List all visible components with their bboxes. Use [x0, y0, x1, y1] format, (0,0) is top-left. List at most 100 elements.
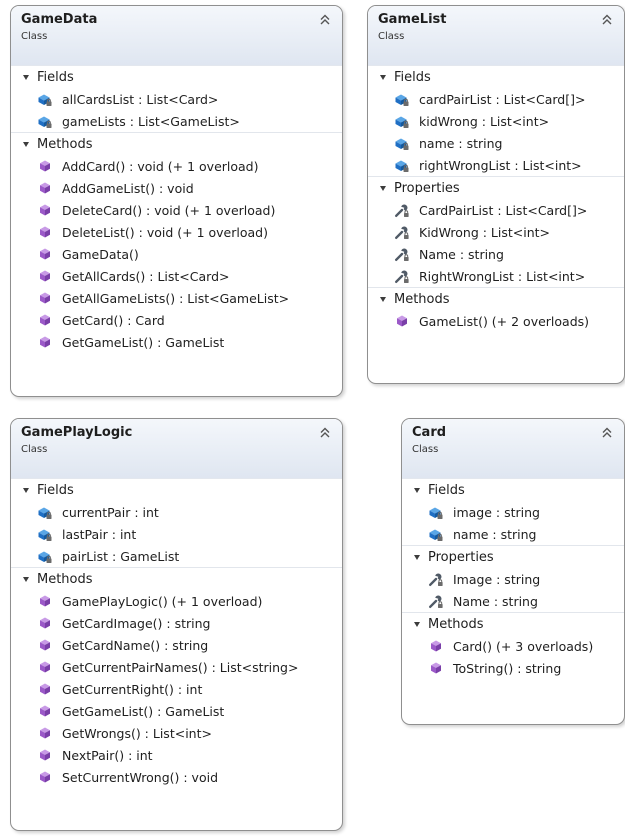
double-chevron-up-icon[interactable] [320, 424, 330, 438]
member-signature: allCardsList : List<Card> [62, 91, 219, 107]
class-name: GameList [378, 12, 447, 27]
member-signature: GetWrongs() : List<int> [62, 725, 212, 741]
member-signature: RightWrongList : List<int> [419, 268, 586, 284]
section-header-method[interactable]: Methods [11, 568, 342, 590]
method-member[interactable]: GetWrongs() : List<int> [11, 722, 342, 744]
method-cube-icon [37, 659, 53, 675]
expanded-triangle-icon[interactable] [380, 74, 386, 80]
section-header-method[interactable]: Methods [402, 613, 624, 635]
method-cube-icon [37, 703, 53, 719]
method-cube-icon [428, 638, 444, 654]
wrench-property-icon [394, 202, 410, 218]
method-cube-icon [428, 660, 444, 676]
member-list: AddCard() : void (+ 1 overload) AddGameLi… [11, 155, 342, 353]
method-cube-icon [37, 180, 53, 196]
member-signature: GetGameList() : GameList [62, 703, 225, 719]
method-cube-icon [37, 615, 53, 631]
property-member[interactable]: KidWrong : List<int> [368, 221, 624, 243]
method-member[interactable]: GameList() (+ 2 overloads) [368, 310, 624, 332]
member-signature: AddGameList() : void [62, 180, 194, 196]
field-member[interactable]: name : string [402, 523, 624, 545]
member-signature: DeleteList() : void (+ 1 overload) [62, 224, 268, 240]
section-header-field[interactable]: Fields [11, 479, 342, 501]
expanded-triangle-icon[interactable] [23, 141, 29, 147]
member-list: currentPair : int lastPair : int pairList … [11, 501, 342, 567]
member-signature: GameData() [62, 246, 139, 262]
wrench-property-icon [394, 268, 410, 284]
method-member[interactable]: GetCardImage() : string [11, 612, 342, 634]
field-member[interactable]: currentPair : int [11, 501, 342, 523]
expanded-triangle-icon[interactable] [414, 487, 420, 493]
section-header-property[interactable]: Properties [368, 177, 624, 199]
property-member[interactable]: RightWrongList : List<int> [368, 265, 624, 287]
expanded-triangle-icon[interactable] [23, 487, 29, 493]
class-box-gamelist[interactable]: GameList Class Fields cardPairList : List<C… [367, 5, 625, 384]
member-list: Card() (+ 3 overloads) ToString() : strin… [402, 635, 624, 679]
field-member[interactable]: rightWrongList : List<int> [368, 154, 624, 176]
field-member[interactable]: pairList : GameList [11, 545, 342, 567]
private-field-icon [37, 548, 53, 564]
method-member[interactable]: GetAllGameLists() : List<GameList> [11, 287, 342, 309]
member-signature: GamePlayLogic() (+ 1 overload) [62, 593, 263, 609]
section-title: Properties [428, 549, 494, 565]
field-member[interactable]: allCardsList : List<Card> [11, 88, 342, 110]
property-member[interactable]: Name : string [368, 243, 624, 265]
method-member[interactable]: GameData() [11, 243, 342, 265]
method-member[interactable]: AddGameList() : void [11, 177, 342, 199]
method-member[interactable]: NextPair() : int [11, 744, 342, 766]
method-cube-icon [37, 681, 53, 697]
member-signature: name : string [453, 526, 537, 542]
section-header-method[interactable]: Methods [368, 288, 624, 310]
member-signature: lastPair : int [62, 526, 137, 542]
method-member[interactable]: GamePlayLogic() (+ 1 overload) [11, 590, 342, 612]
field-member[interactable]: name : string [368, 132, 624, 154]
method-member[interactable]: DeleteCard() : void (+ 1 overload) [11, 199, 342, 221]
member-signature: SetCurrentWrong() : void [62, 769, 219, 785]
double-chevron-up-icon[interactable] [320, 11, 330, 25]
class-header: GameData Class [11, 6, 342, 66]
method-member[interactable]: GetGameList() : GameList [11, 700, 342, 722]
section-header-property[interactable]: Properties [402, 546, 624, 568]
method-member[interactable]: GetGameList() : GameList [11, 331, 342, 353]
field-member[interactable]: cardPairList : List<Card[]> [368, 88, 624, 110]
method-member[interactable]: Card() (+ 3 overloads) [402, 635, 624, 657]
expanded-triangle-icon[interactable] [414, 554, 420, 560]
expanded-triangle-icon[interactable] [414, 621, 420, 627]
section-header-method[interactable]: Methods [11, 133, 342, 155]
field-member[interactable]: image : string [402, 501, 624, 523]
property-member[interactable]: Image : string [402, 568, 624, 590]
expanded-triangle-icon[interactable] [23, 74, 29, 80]
method-cube-icon [37, 290, 53, 306]
section-title: Properties [394, 180, 460, 196]
method-member[interactable]: GetCurrentRight() : int [11, 678, 342, 700]
field-member[interactable]: kidWrong : List<int> [368, 110, 624, 132]
expanded-triangle-icon[interactable] [380, 185, 386, 191]
method-member[interactable]: GetCard() : Card [11, 309, 342, 331]
class-box-card[interactable]: Card Class Fields image : string name : stri… [401, 418, 625, 725]
field-member[interactable]: gameLists : List<GameList> [11, 110, 342, 132]
section-header-field[interactable]: Fields [368, 66, 624, 88]
private-field-icon [428, 504, 444, 520]
method-cube-icon [37, 224, 53, 240]
member-list: GamePlayLogic() (+ 1 overload) GetCardIma… [11, 590, 342, 788]
property-member[interactable]: CardPairList : List<Card[]> [368, 199, 624, 221]
section-header-field[interactable]: Fields [11, 66, 342, 88]
method-member[interactable]: GetAllCards() : List<Card> [11, 265, 342, 287]
expanded-triangle-icon[interactable] [23, 576, 29, 582]
class-box-gamedata[interactable]: GameData Class Fields allCardsList : List<C… [10, 5, 343, 397]
method-member[interactable]: AddCard() : void (+ 1 overload) [11, 155, 342, 177]
class-box-gameplaylogic[interactable]: GamePlayLogic Class Fields currentPair : in… [10, 418, 343, 831]
section-header-field[interactable]: Fields [402, 479, 624, 501]
double-chevron-up-icon[interactable] [602, 11, 612, 25]
member-signature: pairList : GameList [62, 548, 180, 564]
expanded-triangle-icon[interactable] [380, 296, 386, 302]
method-member[interactable]: DeleteList() : void (+ 1 overload) [11, 221, 342, 243]
method-member[interactable]: ToString() : string [402, 657, 624, 679]
method-member[interactable]: SetCurrentWrong() : void [11, 766, 342, 788]
field-member[interactable]: lastPair : int [11, 523, 342, 545]
method-member[interactable]: GetCurrentPairNames() : List<string> [11, 656, 342, 678]
member-signature: KidWrong : List<int> [419, 224, 551, 240]
property-member[interactable]: Name : string [402, 590, 624, 612]
double-chevron-up-icon[interactable] [602, 424, 612, 438]
method-member[interactable]: GetCardName() : string [11, 634, 342, 656]
